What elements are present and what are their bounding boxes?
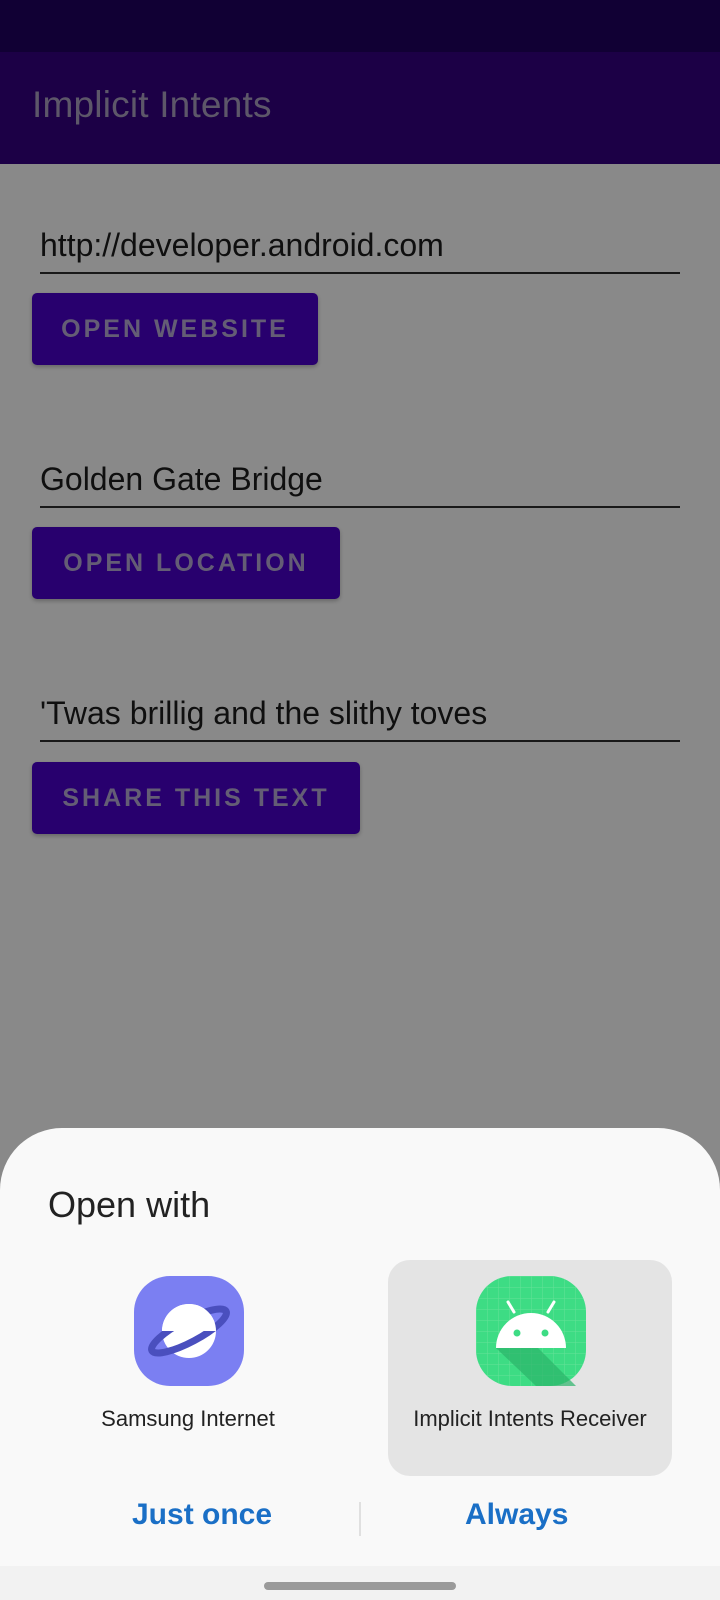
home-gesture-handle[interactable]	[264, 1582, 456, 1590]
app-option-implicit-intents-receiver[interactable]: Implicit Intents Receiver	[388, 1260, 672, 1476]
always-button[interactable]: Always	[465, 1498, 568, 1532]
app-label-samsung-internet: Samsung Internet	[101, 1406, 275, 1431]
sheet-actions: Just once Always	[0, 1490, 720, 1560]
sheet-title: Open with	[48, 1184, 211, 1225]
navigation-bar	[0, 1566, 720, 1600]
actions-divider	[359, 1502, 361, 1536]
app-option-samsung-internet[interactable]: Samsung Internet	[46, 1260, 330, 1476]
open-with-sheet: Open with Samsung Internet Implicit Inte…	[0, 1128, 720, 1600]
samsung-internet-icon	[134, 1276, 244, 1386]
app-label-implicit-intents-receiver: Implicit Intents Receiver	[413, 1406, 647, 1431]
android-app-icon	[476, 1276, 586, 1386]
just-once-button[interactable]: Just once	[132, 1498, 272, 1532]
